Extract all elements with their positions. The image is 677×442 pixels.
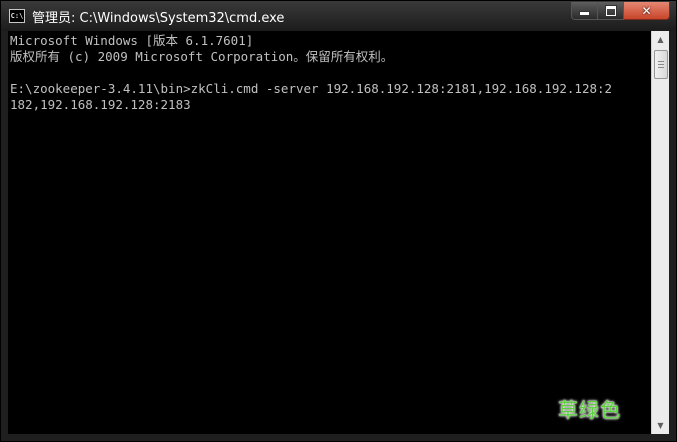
console-output[interactable]: Microsoft Windows [版本 6.1.7601] 版权所有 (c) … <box>8 31 651 434</box>
maximize-icon <box>605 5 616 16</box>
close-icon: ✕ <box>641 3 652 18</box>
maximize-button[interactable] <box>598 2 624 20</box>
scroll-thumb[interactable] <box>654 50 668 79</box>
title-bar[interactable]: C:\ 管理员: C:\Windows\System32\cmd.exe ✕ <box>1 1 676 31</box>
console-line: 182,192.168.192.128:2183 <box>10 97 191 112</box>
console-icon[interactable]: C:\ <box>9 9 25 23</box>
console-line: E:\zookeeper-3.4.11\bin>zkCli.cmd -serve… <box>10 81 613 96</box>
minimize-button[interactable] <box>571 2 598 20</box>
console-text: Microsoft Windows [版本 6.1.7601] 版权所有 (c) … <box>8 31 651 113</box>
scroll-down-button[interactable]: ▼ <box>652 417 669 434</box>
minimize-icon <box>580 12 589 15</box>
caption-buttons: ✕ <box>571 2 670 22</box>
watermark: 草绿色 <box>558 398 621 422</box>
arrow-up-icon: ▲ <box>657 35 664 44</box>
close-button[interactable]: ✕ <box>624 2 670 20</box>
console-line: 版权所有 (c) 2009 Microsoft Corporation。保留所有… <box>10 49 394 64</box>
grip-line <box>658 61 664 62</box>
arrow-down-icon: ▼ <box>657 421 664 430</box>
cmd-window: C:\ 管理员: C:\Windows\System32\cmd.exe ✕ M… <box>0 0 677 442</box>
console-line: Microsoft Windows [版本 6.1.7601] <box>10 33 254 48</box>
grip-line <box>658 67 664 68</box>
scroll-up-button[interactable]: ▲ <box>652 31 669 48</box>
vertical-scrollbar[interactable]: ▲ ▼ <box>651 31 669 434</box>
grip-line <box>658 64 664 65</box>
window-title: 管理员: C:\Windows\System32\cmd.exe <box>32 11 285 26</box>
